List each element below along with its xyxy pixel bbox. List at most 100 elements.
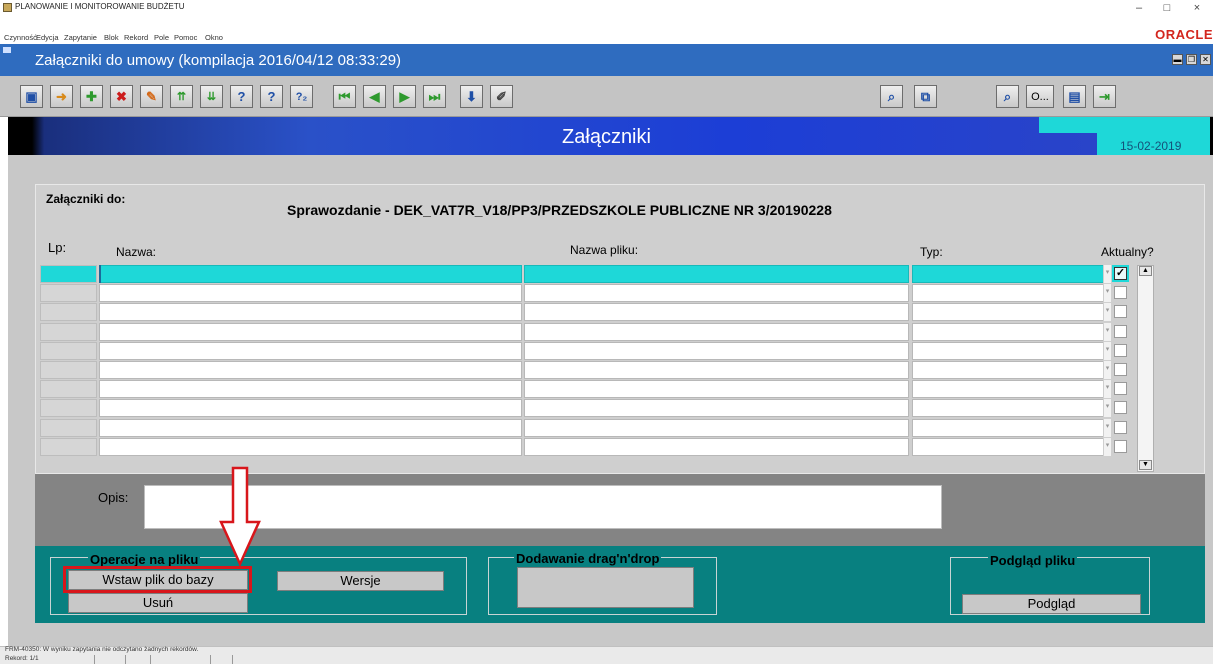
current-checkbox[interactable]	[1114, 286, 1127, 299]
preview-title: Podgląd pliku	[988, 553, 1078, 568]
current-checkbox[interactable]	[1114, 325, 1127, 338]
minimize-icon[interactable]: –	[1127, 0, 1151, 16]
file-name-cell[interactable]	[524, 342, 909, 360]
delete-button[interactable]: Usuń	[68, 593, 248, 613]
form-minimize-icon[interactable]: ▬	[1172, 54, 1183, 65]
file-name-cell[interactable]	[524, 361, 909, 379]
insert-record-icon[interactable]: ✚	[80, 85, 103, 108]
name-cell[interactable]	[99, 361, 522, 379]
menu-item-czynnosc[interactable]: Czynność	[4, 33, 37, 42]
close-icon[interactable]: ×	[1185, 0, 1209, 16]
name-cell[interactable]	[99, 399, 522, 417]
preview-button[interactable]: Podgląd	[962, 594, 1141, 614]
file-name-cell[interactable]	[524, 265, 909, 283]
name-cell[interactable]	[99, 380, 522, 398]
logout-icon[interactable]: ⇥	[1093, 85, 1116, 108]
duplicate-record-icon[interactable]: ⇈	[170, 85, 193, 108]
chevron-down-icon[interactable]: ▾	[1103, 303, 1111, 321]
dragdrop-area[interactable]	[517, 567, 694, 608]
current-checkbox[interactable]	[1114, 382, 1127, 395]
file-name-cell[interactable]	[524, 438, 909, 456]
type-select[interactable]	[912, 284, 1104, 302]
current-checkbox[interactable]	[1114, 363, 1127, 376]
first-record-icon[interactable]: ⏮	[333, 85, 356, 108]
menu-item-blok[interactable]: Blok	[104, 33, 119, 42]
current-checkbox[interactable]: ✓	[1112, 265, 1129, 282]
name-cell[interactable]	[99, 303, 522, 321]
description-input[interactable]	[144, 485, 942, 529]
current-checkbox[interactable]	[1114, 344, 1127, 357]
menu-item-rekord[interactable]: Rekord	[124, 33, 148, 42]
form-close-icon[interactable]: ✕	[1200, 54, 1211, 65]
chevron-down-icon[interactable]: ▾	[1103, 265, 1111, 283]
name-cell[interactable]	[99, 419, 522, 437]
delete-record-icon[interactable]: ✖	[110, 85, 133, 108]
versions-button[interactable]: Wersje	[277, 571, 444, 591]
name-cell[interactable]	[99, 265, 522, 283]
file-name-cell[interactable]	[524, 284, 909, 302]
type-select[interactable]	[912, 361, 1104, 379]
duplicate-field-icon[interactable]: ⇊	[200, 85, 223, 108]
chevron-down-icon[interactable]: ▾	[1103, 438, 1111, 456]
menu-item-zapytanie[interactable]: Zapytanie	[64, 33, 97, 42]
chevron-down-icon[interactable]: ▾	[1103, 342, 1111, 360]
table-scrollbar[interactable]	[1137, 265, 1154, 472]
menu-item-pomoc[interactable]: Pomoc	[174, 33, 197, 42]
chevron-down-icon[interactable]: ▾	[1103, 284, 1111, 302]
edit-icon[interactable]: ✐	[490, 85, 513, 108]
file-name-cell[interactable]	[524, 380, 909, 398]
download-icon[interactable]: ⬇	[460, 85, 483, 108]
execute-query-icon[interactable]: ?	[260, 85, 283, 108]
current-checkbox[interactable]	[1114, 421, 1127, 434]
query-options-button[interactable]: O...	[1026, 85, 1054, 108]
next-record-icon[interactable]: ▶	[393, 85, 416, 108]
scroll-down-icon[interactable]: ▼	[1139, 460, 1152, 470]
windows-icon[interactable]: ⧉	[914, 85, 937, 108]
file-name-cell[interactable]	[524, 399, 909, 417]
file-name-cell[interactable]	[524, 303, 909, 321]
maximize-icon[interactable]: □	[1155, 0, 1179, 16]
exit-icon[interactable]: ➜	[50, 85, 73, 108]
type-select[interactable]	[912, 380, 1104, 398]
chevron-down-icon[interactable]: ▾	[1103, 361, 1111, 379]
name-cell[interactable]	[99, 438, 522, 456]
form-system-menu-icon[interactable]	[3, 47, 11, 53]
column-header-file: Nazwa pliku:	[570, 243, 639, 257]
os-title-bar: PLANOWANIE I MONITOROWANIE BUDŻETU – □ ×	[0, 0, 1213, 16]
type-select[interactable]	[912, 265, 1104, 283]
help-icon[interactable]: ▤	[1063, 85, 1086, 108]
previous-record-icon[interactable]: ◀	[363, 85, 386, 108]
file-name-cell[interactable]	[524, 419, 909, 437]
chevron-down-icon[interactable]: ▾	[1103, 323, 1111, 341]
lp-cell	[40, 419, 97, 437]
current-checkbox[interactable]	[1114, 401, 1127, 414]
name-cell[interactable]	[99, 323, 522, 341]
form-restore-icon[interactable]: ❐	[1186, 54, 1197, 65]
current-checkbox[interactable]	[1114, 440, 1127, 453]
type-select[interactable]	[912, 438, 1104, 456]
type-select[interactable]	[912, 323, 1104, 341]
chevron-down-icon[interactable]: ▾	[1103, 419, 1111, 437]
chevron-down-icon[interactable]: ▾	[1103, 399, 1111, 417]
enter-query-icon[interactable]: ?	[230, 85, 253, 108]
name-cell[interactable]	[99, 342, 522, 360]
type-select[interactable]	[912, 303, 1104, 321]
type-select[interactable]	[912, 342, 1104, 360]
menu-item-okno[interactable]: Okno	[205, 33, 223, 42]
count-query-icon[interactable]: ?₂	[290, 85, 313, 108]
preview-icon[interactable]: ⌕	[996, 85, 1019, 108]
last-record-icon[interactable]: ⏭	[423, 85, 446, 108]
scroll-up-icon[interactable]: ▲	[1139, 266, 1152, 276]
search-icon[interactable]: ⌕	[880, 85, 903, 108]
column-header-current: Aktualny?	[1101, 245, 1154, 259]
save-icon[interactable]: ▣	[20, 85, 43, 108]
menu-item-edycja[interactable]: Edycja	[36, 33, 59, 42]
type-select[interactable]	[912, 419, 1104, 437]
chevron-down-icon[interactable]: ▾	[1103, 380, 1111, 398]
file-name-cell[interactable]	[524, 323, 909, 341]
name-cell[interactable]	[99, 284, 522, 302]
menu-item-pole[interactable]: Pole	[154, 33, 169, 42]
clear-record-icon[interactable]: ✎	[140, 85, 163, 108]
current-checkbox[interactable]	[1114, 305, 1127, 318]
type-select[interactable]	[912, 399, 1104, 417]
